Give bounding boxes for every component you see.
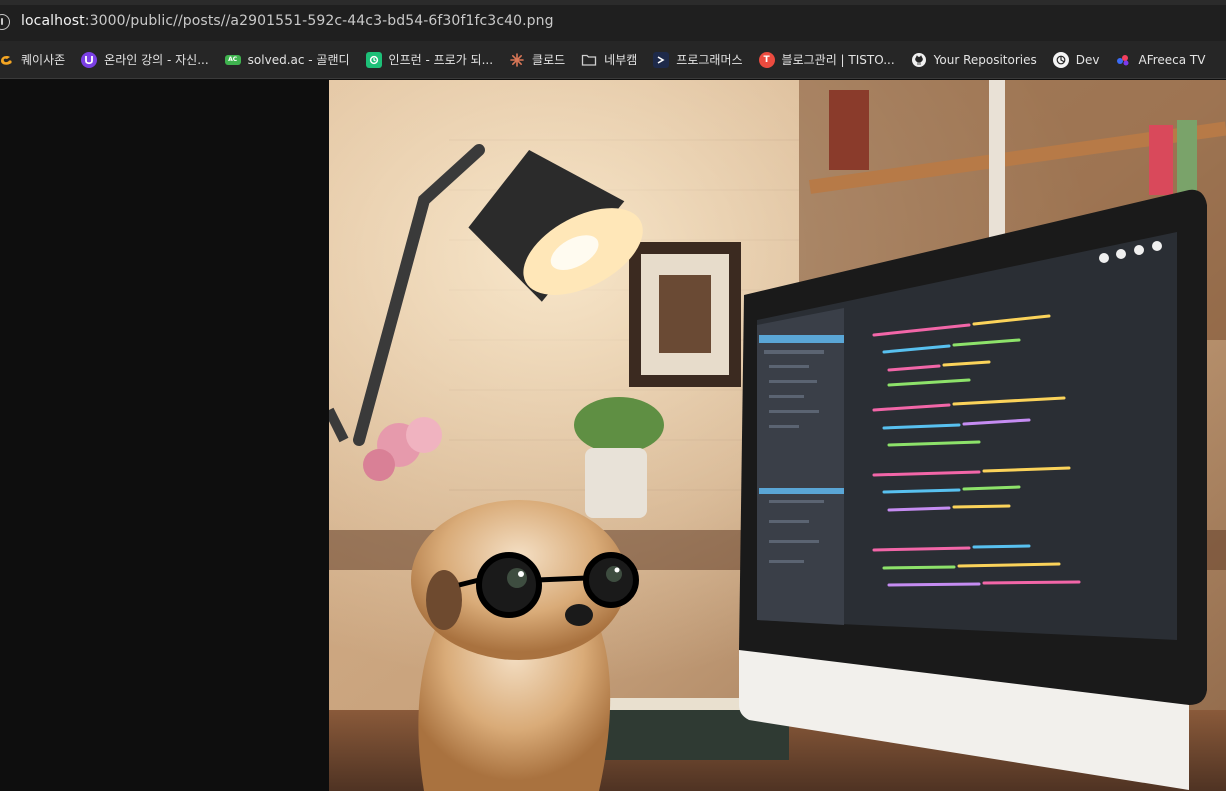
folder-icon: [581, 52, 597, 68]
bookmark-folder-nebucam[interactable]: 네부캠: [581, 46, 645, 74]
openai-icon: [1052, 51, 1069, 68]
bookmark-quasarzone[interactable]: 퀘이사존: [0, 46, 73, 74]
bookmark-label: AFreeca TV: [1138, 52, 1206, 67]
bookmark-label: solved.ac - 골랜디: [247, 53, 350, 67]
bookmarks-bar: 퀘이사존 온라인 강의 - 자신... AC solved.ac - 골랜디 인…: [0, 41, 1226, 79]
tistory-icon: T: [758, 51, 775, 68]
inflearn-u-icon: [81, 51, 98, 68]
bookmark-label: 프로그래머스: [676, 53, 743, 67]
solvedac-icon: AC: [224, 54, 241, 65]
programmers-icon: [653, 51, 670, 68]
quasarzone-icon: [0, 52, 14, 68]
inflearn-icon: [365, 51, 382, 68]
bookmark-afreeca[interactable]: AFreeca TV: [1115, 46, 1213, 74]
bookmark-label: 퀘이사존: [21, 53, 66, 67]
image-illustration: [329, 80, 1226, 791]
bookmark-label: 블로그관리 | TISTO...: [781, 53, 895, 67]
browser-window: localhost:3000/public//posts//a2901551-5…: [0, 0, 1226, 791]
bookmark-label: 온라인 강의 - 자신...: [104, 53, 209, 67]
github-icon: [911, 52, 927, 68]
bookmark-tistory[interactable]: T 블로그관리 | TISTO...: [758, 46, 903, 74]
bookmark-label: 인프런 - 프로가 되...: [388, 53, 494, 67]
url-path: :3000/public//posts//a2901551-592c-44c3-…: [84, 13, 554, 29]
bookmark-github[interactable]: Your Repositories: [911, 46, 1045, 74]
bookmark-label: Dev: [1075, 52, 1100, 67]
afreeca-icon: [1115, 52, 1131, 68]
site-info-icon[interactable]: [0, 14, 10, 30]
address-bar[interactable]: localhost:3000/public//posts//a2901551-5…: [0, 0, 1226, 41]
bookmark-label: 클로드: [532, 53, 566, 67]
bookmark-programmers[interactable]: 프로그래머스: [653, 46, 750, 74]
url-text[interactable]: localhost:3000/public//posts//a2901551-5…: [21, 13, 554, 29]
url-host: localhost: [21, 13, 85, 29]
claude-icon: [509, 52, 525, 68]
bookmark-inflearn[interactable]: 인프런 - 프로가 되...: [365, 46, 502, 74]
bookmark-label: Your Repositories: [933, 52, 1037, 67]
bookmark-dev[interactable]: Dev: [1052, 46, 1108, 74]
bookmark-online-lecture[interactable]: 온라인 강의 - 자신...: [81, 46, 217, 74]
page-viewport: [0, 80, 1226, 791]
bookmark-solvedac[interactable]: AC solved.ac - 골랜디: [224, 46, 358, 74]
displayed-image[interactable]: [329, 80, 1226, 791]
bookmark-claude[interactable]: 클로드: [509, 46, 573, 74]
bookmark-label: 네부캠: [604, 53, 638, 67]
